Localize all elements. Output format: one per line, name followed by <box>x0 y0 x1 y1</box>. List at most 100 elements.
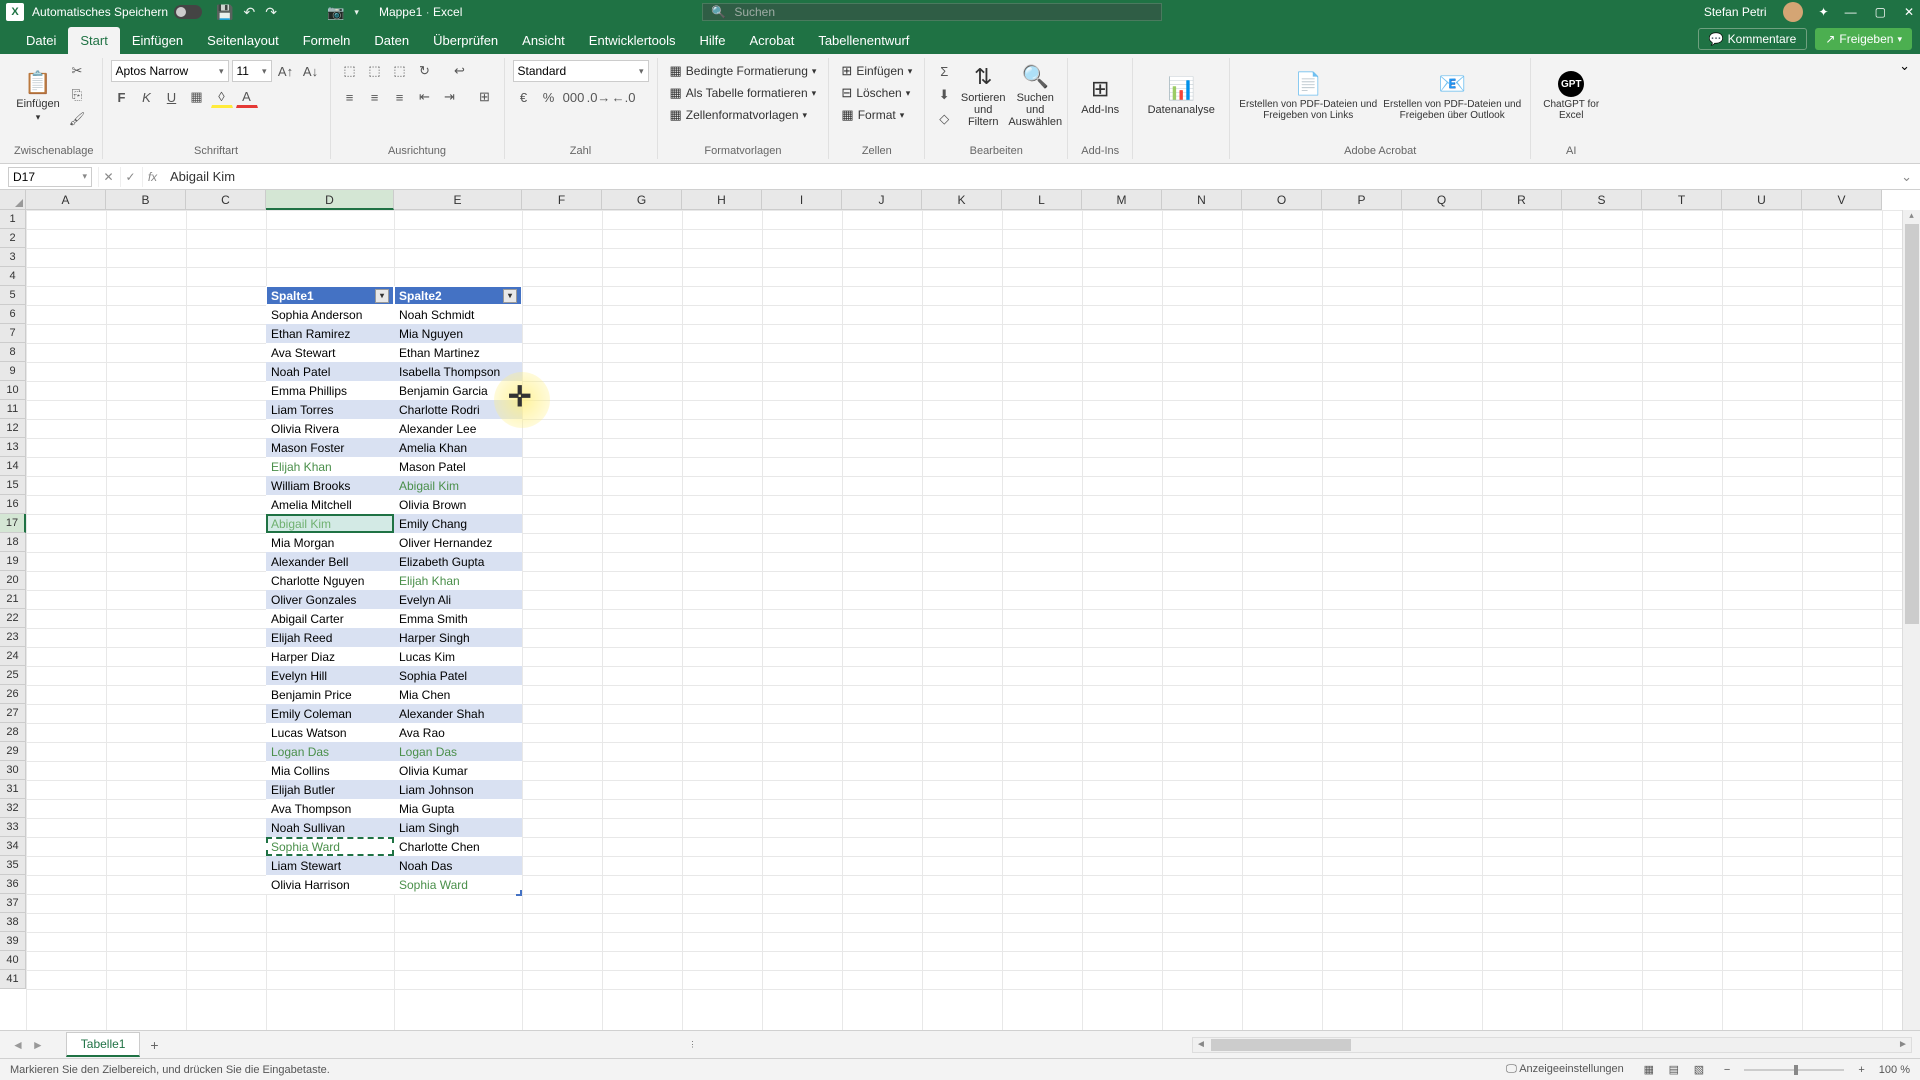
row-header[interactable]: 13 <box>0 438 26 457</box>
table-cell[interactable]: Olivia Brown <box>394 495 522 514</box>
save-icon[interactable]: 💾 <box>216 4 233 21</box>
scroll-right-icon[interactable]: ► <box>1895 1039 1911 1050</box>
increase-decimal-icon[interactable]: .0→ <box>588 86 610 108</box>
format-painter-icon[interactable]: 🖌 <box>66 108 88 130</box>
row-header[interactable]: 40 <box>0 951 26 970</box>
row-header[interactable]: 27 <box>0 704 26 723</box>
sort-filter-button[interactable]: ⇅ Sortieren und Filtern <box>959 60 1007 132</box>
row-header[interactable]: 7 <box>0 324 26 343</box>
minimize-button[interactable]: — <box>1845 5 1857 19</box>
table-cell[interactable]: Liam Johnson <box>394 780 522 799</box>
format-as-table-button[interactable]: ▦Als Tabelle formatieren▾ <box>666 82 821 104</box>
user-name[interactable]: Stefan Petri <box>1704 5 1767 19</box>
row-header[interactable]: 22 <box>0 609 26 628</box>
column-header[interactable]: S <box>1562 190 1642 210</box>
zoom-in-icon[interactable]: + <box>1858 1064 1864 1076</box>
table-cell[interactable]: Mia Collins <box>266 761 394 780</box>
row-header[interactable]: 20 <box>0 571 26 590</box>
increase-indent-icon[interactable]: ⇥ <box>439 86 461 108</box>
row-header[interactable]: 23 <box>0 628 26 647</box>
decrease-indent-icon[interactable]: ⇤ <box>414 86 436 108</box>
row-header[interactable]: 26 <box>0 685 26 704</box>
table-cell[interactable]: Logan Das <box>394 742 522 761</box>
maximize-button[interactable]: ▢ <box>1875 5 1886 19</box>
worksheet-grid[interactable]: ABCDEFGHIJKLMNOPQRSTUV 12345678910111213… <box>0 190 1920 1030</box>
table-cell[interactable]: Olivia Harrison <box>266 875 394 894</box>
expand-formula-bar-icon[interactable]: ⌄ <box>1893 169 1920 185</box>
table-cell[interactable]: Olivia Rivera <box>266 419 394 438</box>
column-header[interactable]: H <box>682 190 762 210</box>
vertical-scrollbar[interactable]: ▴ <box>1902 210 1920 1030</box>
bold-icon[interactable]: F <box>111 86 133 108</box>
name-box[interactable]: D17 ▾ <box>8 167 92 187</box>
row-header[interactable]: 9 <box>0 362 26 381</box>
row-header[interactable]: 36 <box>0 875 26 894</box>
comments-button[interactable]: 💬 Kommentare <box>1698 28 1808 50</box>
table-cell[interactable]: Mia Nguyen <box>394 324 522 343</box>
table-cell[interactable]: Emily Chang <box>394 514 522 533</box>
row-header[interactable]: 38 <box>0 913 26 932</box>
table-cell[interactable]: Ava Rao <box>394 723 522 742</box>
normal-view-icon[interactable]: ▦ <box>1638 1061 1660 1079</box>
sheet-tab-active[interactable]: Tabelle1 <box>66 1032 141 1057</box>
table-cell[interactable]: Sophia Ward <box>266 837 394 856</box>
row-header[interactable]: 2 <box>0 229 26 248</box>
table-cell[interactable]: William Brooks <box>266 476 394 495</box>
row-header[interactable]: 33 <box>0 818 26 837</box>
table-cell[interactable]: Liam Singh <box>394 818 522 837</box>
addins-button[interactable]: ⊞ Add-Ins <box>1076 60 1124 132</box>
row-header[interactable]: 35 <box>0 856 26 875</box>
table-cell[interactable]: Alexander Lee <box>394 419 522 438</box>
column-header[interactable]: D <box>266 190 394 210</box>
table-header[interactable]: Spalte2▾ <box>394 286 522 305</box>
align-right-icon[interactable]: ≡ <box>389 86 411 108</box>
table-cell[interactable]: Elijah Khan <box>394 571 522 590</box>
table-cell[interactable]: Sophia Anderson <box>266 305 394 324</box>
table-cell[interactable]: Sophia Ward <box>394 875 522 894</box>
font-size-combo[interactable]: 11▾ <box>232 60 272 82</box>
pdf-share-outlook-button[interactable]: 📧 Erstellen von PDF-Dateien und Freigebe… <box>1382 60 1522 132</box>
table-cell[interactable]: Alexander Bell <box>266 552 394 571</box>
table-cell[interactable]: Evelyn Ali <box>394 590 522 609</box>
table-cell[interactable]: Abigail Kim <box>266 514 394 533</box>
column-header[interactable]: R <box>1482 190 1562 210</box>
column-header[interactable]: F <box>522 190 602 210</box>
table-cell[interactable]: Oliver Hernandez <box>394 533 522 552</box>
undo-icon[interactable]: ↶ <box>244 4 256 21</box>
ribbon-tab-acrobat[interactable]: Acrobat <box>738 27 807 54</box>
row-header[interactable]: 30 <box>0 761 26 780</box>
data-analysis-button[interactable]: 📊 Datenanalyse <box>1141 60 1221 132</box>
row-header[interactable]: 3 <box>0 248 26 267</box>
align-center-icon[interactable]: ≡ <box>364 86 386 108</box>
add-sheet-button[interactable]: + <box>144 1035 164 1055</box>
horizontal-scrollbar[interactable]: ◄ ► <box>1192 1037 1912 1053</box>
row-header[interactable]: 10 <box>0 381 26 400</box>
align-bottom-icon[interactable]: ⬚ <box>389 60 411 82</box>
customize-qat-icon[interactable]: ▾ <box>354 7 359 18</box>
column-header[interactable]: A <box>26 190 106 210</box>
table-cell[interactable]: Ethan Ramirez <box>266 324 394 343</box>
ribbon-tab-daten[interactable]: Daten <box>362 27 421 54</box>
column-header[interactable]: K <box>922 190 1002 210</box>
table-cell[interactable]: Charlotte Rodri <box>394 400 522 419</box>
merge-center-icon[interactable]: ⊞ <box>474 86 496 108</box>
wrap-text-icon[interactable]: ↩ <box>449 60 471 82</box>
find-select-button[interactable]: 🔍 Suchen und Auswählen <box>1011 60 1059 132</box>
pdf-share-link-button[interactable]: 📄 Erstellen von PDF-Dateien und Freigebe… <box>1238 60 1378 132</box>
column-header[interactable]: L <box>1002 190 1082 210</box>
row-header[interactable]: 12 <box>0 419 26 438</box>
filter-dropdown-icon[interactable]: ▾ <box>503 289 517 303</box>
row-headers[interactable]: 1234567891011121314151617181920212223242… <box>0 210 26 1030</box>
table-cell[interactable]: Charlotte Nguyen <box>266 571 394 590</box>
paste-button[interactable]: 📋 Einfügen ▾ <box>14 60 62 132</box>
table-cell[interactable]: Isabella Thompson <box>394 362 522 381</box>
row-header[interactable]: 16 <box>0 495 26 514</box>
cell-styles-button[interactable]: ▦Zellenformatvorlagen▾ <box>666 104 812 126</box>
column-header[interactable]: C <box>186 190 266 210</box>
table-cell[interactable]: Amelia Mitchell <box>266 495 394 514</box>
table-cell[interactable]: Abigail Carter <box>266 609 394 628</box>
column-header[interactable]: O <box>1242 190 1322 210</box>
table-cell[interactable]: Elizabeth Gupta <box>394 552 522 571</box>
ribbon-tab-formeln[interactable]: Formeln <box>291 27 363 54</box>
format-cells-button[interactable]: ▦Format▾ <box>837 104 908 126</box>
